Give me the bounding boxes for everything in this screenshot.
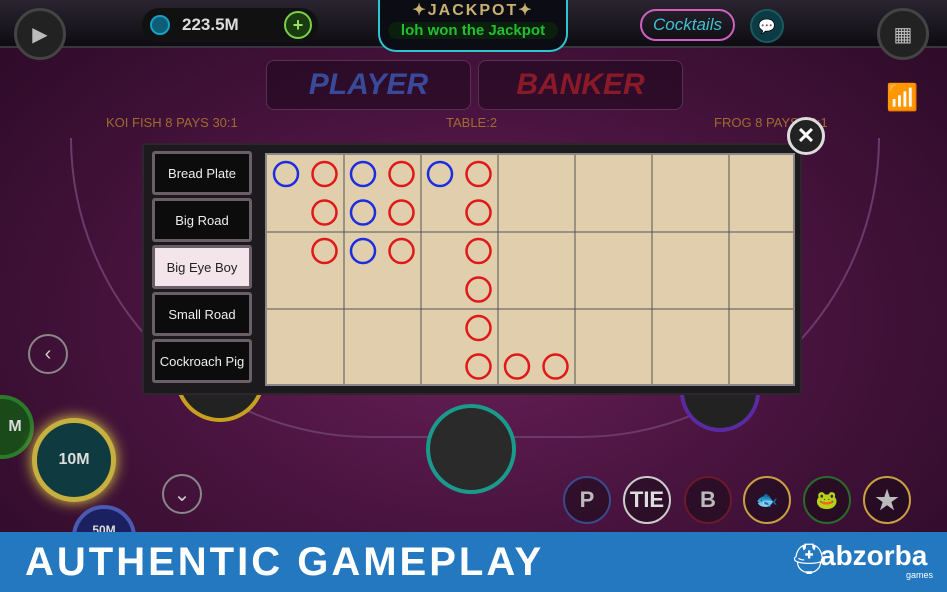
red-result-marker — [465, 160, 492, 188]
koi-payout-info: KOI FISH 8 PAYS 30:1 — [106, 115, 238, 130]
player-avatar[interactable] — [426, 404, 516, 494]
bet-tie-button[interactable]: TIE — [623, 476, 671, 524]
banker-bet-area[interactable]: BANKER — [478, 60, 683, 110]
jackpot-title: ✦JACKPOT✦ — [412, 2, 534, 19]
balance-pill: 223.5M + — [142, 8, 318, 42]
promo-banner: AUTHENTIC GAMEPLAY ⛑ abzorba games — [0, 532, 947, 592]
road-grid — [265, 153, 795, 386]
blue-result-marker — [349, 237, 377, 265]
jackpot-panel: ✦JACKPOT✦ loh won the Jackpot — [378, 0, 568, 52]
scoreboard-dialog: Bread Plate Big Road Big Eye Boy Small Road… — [142, 143, 802, 395]
chat-icon[interactable]: 💬 — [750, 9, 784, 43]
red-result-marker — [311, 199, 338, 226]
calendar-icon[interactable]: ▦ — [877, 8, 929, 60]
scoreboard-menu: Bread Plate Big Road Big Eye Boy Small Road… — [152, 151, 254, 386]
close-icon[interactable]: ✕ — [787, 117, 825, 155]
brand-sub: games — [906, 570, 934, 580]
red-result-marker — [388, 199, 415, 226]
play-icon[interactable]: ▶ — [14, 8, 66, 60]
chip[interactable]: 50M — [72, 505, 136, 532]
red-result-marker — [503, 353, 531, 380]
red-result-marker — [311, 237, 338, 265]
red-result-marker — [311, 160, 338, 188]
bet-banker-button[interactable]: B — [684, 476, 732, 524]
banner-title: AUTHENTIC GAMEPLAY — [25, 540, 545, 584]
wifi-icon: 📶 — [886, 82, 919, 112]
chip[interactable]: M — [0, 395, 34, 459]
red-result-marker — [465, 314, 492, 342]
blue-result-marker — [426, 160, 454, 188]
road-svg — [267, 155, 793, 384]
chip-selected[interactable]: 10M — [32, 418, 116, 502]
red-result-marker — [465, 276, 492, 303]
table-number: TABLE:2 — [446, 115, 498, 130]
blue-result-marker — [272, 160, 300, 188]
scoreboard-tab-bread-plate[interactable]: Bread Plate — [152, 151, 252, 195]
chip-label: 50M — [92, 523, 116, 532]
player-bet-area[interactable]: PLAYER — [266, 60, 471, 110]
star-icon[interactable]: ★ — [863, 476, 911, 524]
frog-8-icon[interactable]: 🐸 — [803, 476, 851, 524]
chevron-left-icon[interactable]: ‹ — [28, 334, 68, 374]
scoreboard-tab-small-road[interactable]: Small Road — [152, 292, 252, 336]
red-result-marker — [388, 237, 415, 265]
red-result-marker — [465, 353, 492, 380]
jackpot-message: loh won the Jackpot — [388, 22, 558, 39]
game-scene: ▶ ▦ 223.5M + ✦JACKPOT✦ loh won the Jackp… — [0, 0, 947, 532]
red-result-marker — [542, 353, 569, 380]
bet-player-button[interactable]: P — [563, 476, 611, 524]
blue-result-marker — [349, 199, 377, 226]
scoreboard-tab-big-road[interactable]: Big Road — [152, 198, 252, 242]
chevron-down-icon[interactable]: ⌄ — [162, 474, 202, 514]
red-result-marker — [465, 237, 492, 265]
chip-label: 10M — [58, 451, 90, 468]
red-result-marker — [388, 160, 415, 188]
coin-icon — [150, 15, 170, 35]
scoreboard-tab-cockroach-pig[interactable]: Cockroach Pig — [152, 339, 252, 383]
balance-value: 223.5M — [182, 15, 239, 34]
red-result-marker — [465, 199, 492, 226]
brand-name: abzorba — [820, 540, 928, 571]
chip-label: M — [8, 418, 22, 435]
add-coins-button[interactable]: + — [284, 11, 312, 39]
blue-result-marker — [349, 160, 377, 188]
koi-fish-8-icon[interactable]: 🐟 — [743, 476, 791, 524]
scoreboard-tab-big-eye-boy[interactable]: Big Eye Boy — [152, 245, 252, 289]
cocktails-button[interactable]: Cocktails — [640, 9, 735, 41]
